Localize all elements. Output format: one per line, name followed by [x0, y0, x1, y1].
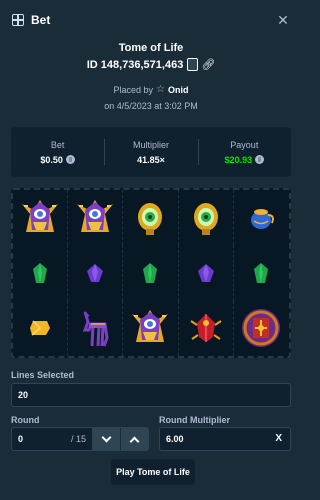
green-eye-symbol-icon — [191, 199, 221, 237]
reel-cell — [179, 300, 234, 356]
bet-slip-icon — [12, 14, 24, 26]
play-game-button[interactable]: Play Tome of Life — [111, 459, 195, 485]
username[interactable]: Onid — [168, 85, 189, 95]
stat-label: Multiplier — [132, 139, 169, 150]
green-eye-symbol-icon — [135, 199, 165, 237]
purple-gem-symbol-icon — [86, 263, 104, 283]
green-gem-symbol-icon — [142, 262, 158, 284]
slot-reels — [11, 188, 291, 358]
reel-cell — [68, 245, 124, 301]
close-button[interactable]: ✕ — [276, 13, 290, 27]
star-icon: ☆ — [156, 84, 165, 95]
stat-multiplier: Multiplier 41.85× — [104, 127, 197, 177]
lines-field[interactable]: 20 — [11, 383, 291, 407]
modal-header: Bet — [0, 0, 302, 40]
reel-cell — [13, 245, 69, 301]
round-multiplier-field[interactable]: 6.00 X — [159, 427, 291, 451]
jackal-symbol-icon — [79, 308, 111, 348]
round-up-button[interactable] — [120, 428, 148, 450]
round-multiplier-label: Round Multiplier — [159, 415, 230, 425]
placed-by: Placed by ☆ Onid — [0, 84, 302, 95]
reel-cell — [234, 190, 289, 245]
stat-value-wrap: $0.50 — [40, 155, 75, 165]
chevron-down-icon — [101, 432, 111, 442]
blue-urn-symbol-icon — [246, 203, 276, 233]
bet-amount: $0.50 — [40, 154, 63, 165]
modal-title: Bet — [31, 13, 51, 27]
reel-cell — [123, 300, 179, 356]
green-gem-symbol-icon — [32, 262, 48, 284]
reel-cell — [179, 245, 234, 301]
red-scarab-symbol-icon — [189, 311, 223, 345]
chevron-up-icon — [129, 436, 140, 446]
reel-cell — [234, 245, 289, 300]
reel-cell — [179, 190, 234, 246]
round-label: Round — [11, 415, 40, 425]
bet-date: on 4/5/2023 at 3:02 PM — [104, 101, 198, 111]
round-stepper: 0 / 15 — [11, 427, 149, 451]
reel-cell — [123, 245, 179, 301]
stat-label: Bet — [50, 139, 65, 150]
pharaoh-symbol-icon — [71, 196, 119, 240]
reel-cell — [234, 301, 289, 356]
lines-label: Lines Selected — [11, 370, 75, 380]
green-gem-symbol-icon — [253, 262, 269, 284]
stat-payout: Payout $20.93 — [197, 127, 291, 177]
copy-icon[interactable] — [187, 58, 199, 71]
payout-amount: $20.93 — [224, 154, 253, 165]
round-multiplier-value: 6.00 — [166, 434, 184, 444]
round-total: / 15 — [70, 434, 86, 444]
multiplier-x-icon: X — [275, 433, 282, 444]
game-title: Tome of Life — [118, 42, 184, 54]
reel-cell — [13, 190, 69, 246]
bet-id-row: ID 148,736,571,463 🔗︎ — [0, 58, 302, 71]
reel-cell — [68, 300, 124, 356]
bet-stats-panel: Bet $0.50 Multiplier 41.85× Payout $20.9… — [11, 127, 291, 177]
yellow-gem-symbol-icon — [29, 319, 51, 337]
purple-gem-symbol-icon — [197, 263, 215, 283]
round-input[interactable]: 0 — [12, 428, 71, 450]
coin-icon — [255, 155, 265, 164]
stat-value-wrap: $20.93 — [225, 155, 265, 165]
pharaoh-symbol-icon — [126, 306, 174, 350]
bet-id: ID 148,736,571,463 — [86, 58, 184, 71]
multiplier-value: 41.85× — [137, 154, 165, 165]
round-down-button[interactable] — [92, 428, 120, 450]
close-icon: ✕ — [277, 12, 289, 28]
link-icon[interactable]: 🔗︎ — [201, 58, 215, 71]
reel-cell — [68, 190, 124, 246]
stat-bet: Bet $0.50 — [11, 127, 104, 177]
pharaoh-symbol-icon — [16, 196, 64, 240]
stat-label: Payout — [230, 139, 259, 150]
placed-by-prefix: Placed by — [113, 84, 154, 95]
coin-icon — [65, 155, 75, 164]
tome-of-life-symbol-icon — [239, 306, 283, 350]
reel-cell — [123, 190, 179, 246]
reel-cell — [13, 300, 69, 356]
